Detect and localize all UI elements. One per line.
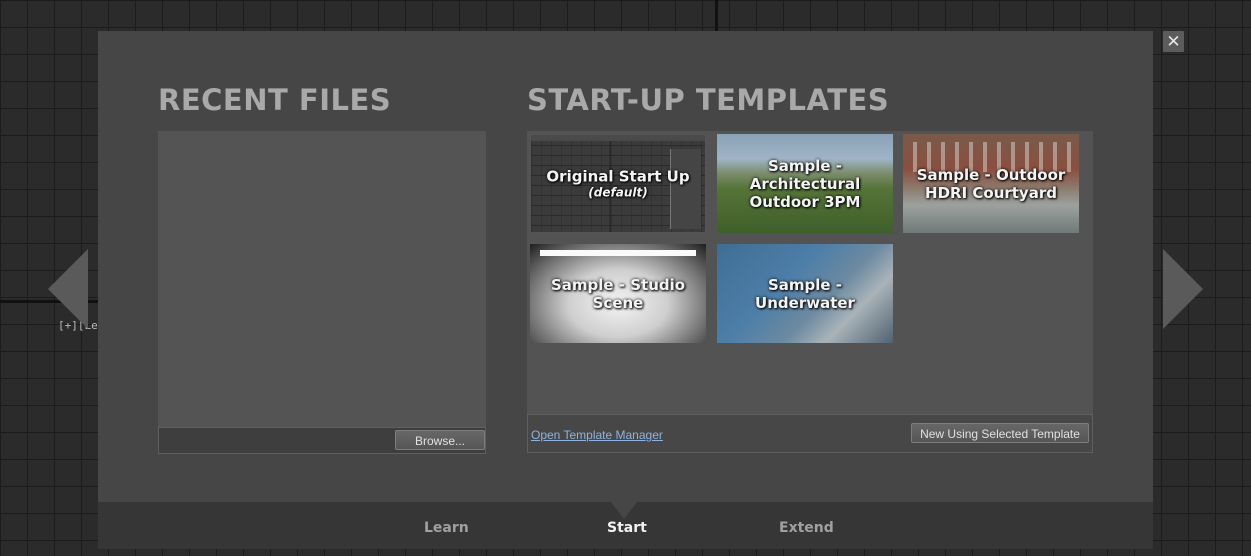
recent-files-title: RECENT FILES: [158, 83, 392, 117]
chevron-left-icon[interactable]: [48, 249, 88, 329]
new-using-selected-template-button[interactable]: New Using Selected Template: [911, 423, 1089, 443]
templates-footer: Open Template Manager New Using Selected…: [527, 414, 1093, 453]
bottom-tab-bar: Learn Start Extend: [98, 501, 1153, 549]
tile-preview-light: [540, 250, 696, 256]
recent-files-footer: Browse...: [158, 427, 486, 454]
template-tile-title: Sample - Architectural Outdoor 3PM: [749, 156, 861, 211]
template-tile-sublabel: (default): [588, 185, 648, 199]
template-tile-studio-scene[interactable]: Sample - Studio Scene: [530, 244, 706, 343]
browse-button[interactable]: Browse...: [395, 430, 485, 450]
chevron-right-icon[interactable]: [1163, 249, 1203, 329]
template-tile-title: Sample - Underwater: [755, 275, 855, 312]
welcome-dialog: RECENT FILES START-UP TEMPLATES Browse..…: [98, 31, 1153, 549]
template-tile-architectural-outdoor[interactable]: Sample - Architectural Outdoor 3PM: [717, 134, 893, 233]
startup-templates-title: START-UP TEMPLATES: [527, 83, 890, 117]
tile-preview-menubar: [531, 135, 705, 141]
template-tile-label: Original Start Up (default): [531, 167, 705, 200]
recent-files-list[interactable]: [158, 131, 486, 427]
template-tile-title: Original Start Up: [546, 167, 690, 185]
open-template-manager-link[interactable]: Open Template Manager: [531, 428, 663, 442]
active-tab-indicator: [610, 501, 638, 519]
templates-panel: Original Start Up (default) Sample - Arc…: [527, 131, 1093, 414]
tab-learn[interactable]: Learn: [424, 520, 469, 536]
template-tile-hdri-courtyard[interactable]: Sample - Outdoor HDRI Courtyard: [903, 134, 1079, 233]
tab-start[interactable]: Start: [607, 520, 647, 536]
tab-extend[interactable]: Extend: [779, 520, 834, 536]
template-tile-underwater[interactable]: Sample - Underwater: [717, 244, 893, 343]
viewport-divider: [715, 0, 718, 31]
template-tile-title: Sample - Studio Scene: [550, 275, 686, 312]
close-icon[interactable]: ✕: [1163, 31, 1184, 52]
template-tile-original[interactable]: Original Start Up (default): [530, 134, 706, 233]
template-tile-title: Sample - Outdoor HDRI Courtyard: [916, 165, 1066, 202]
